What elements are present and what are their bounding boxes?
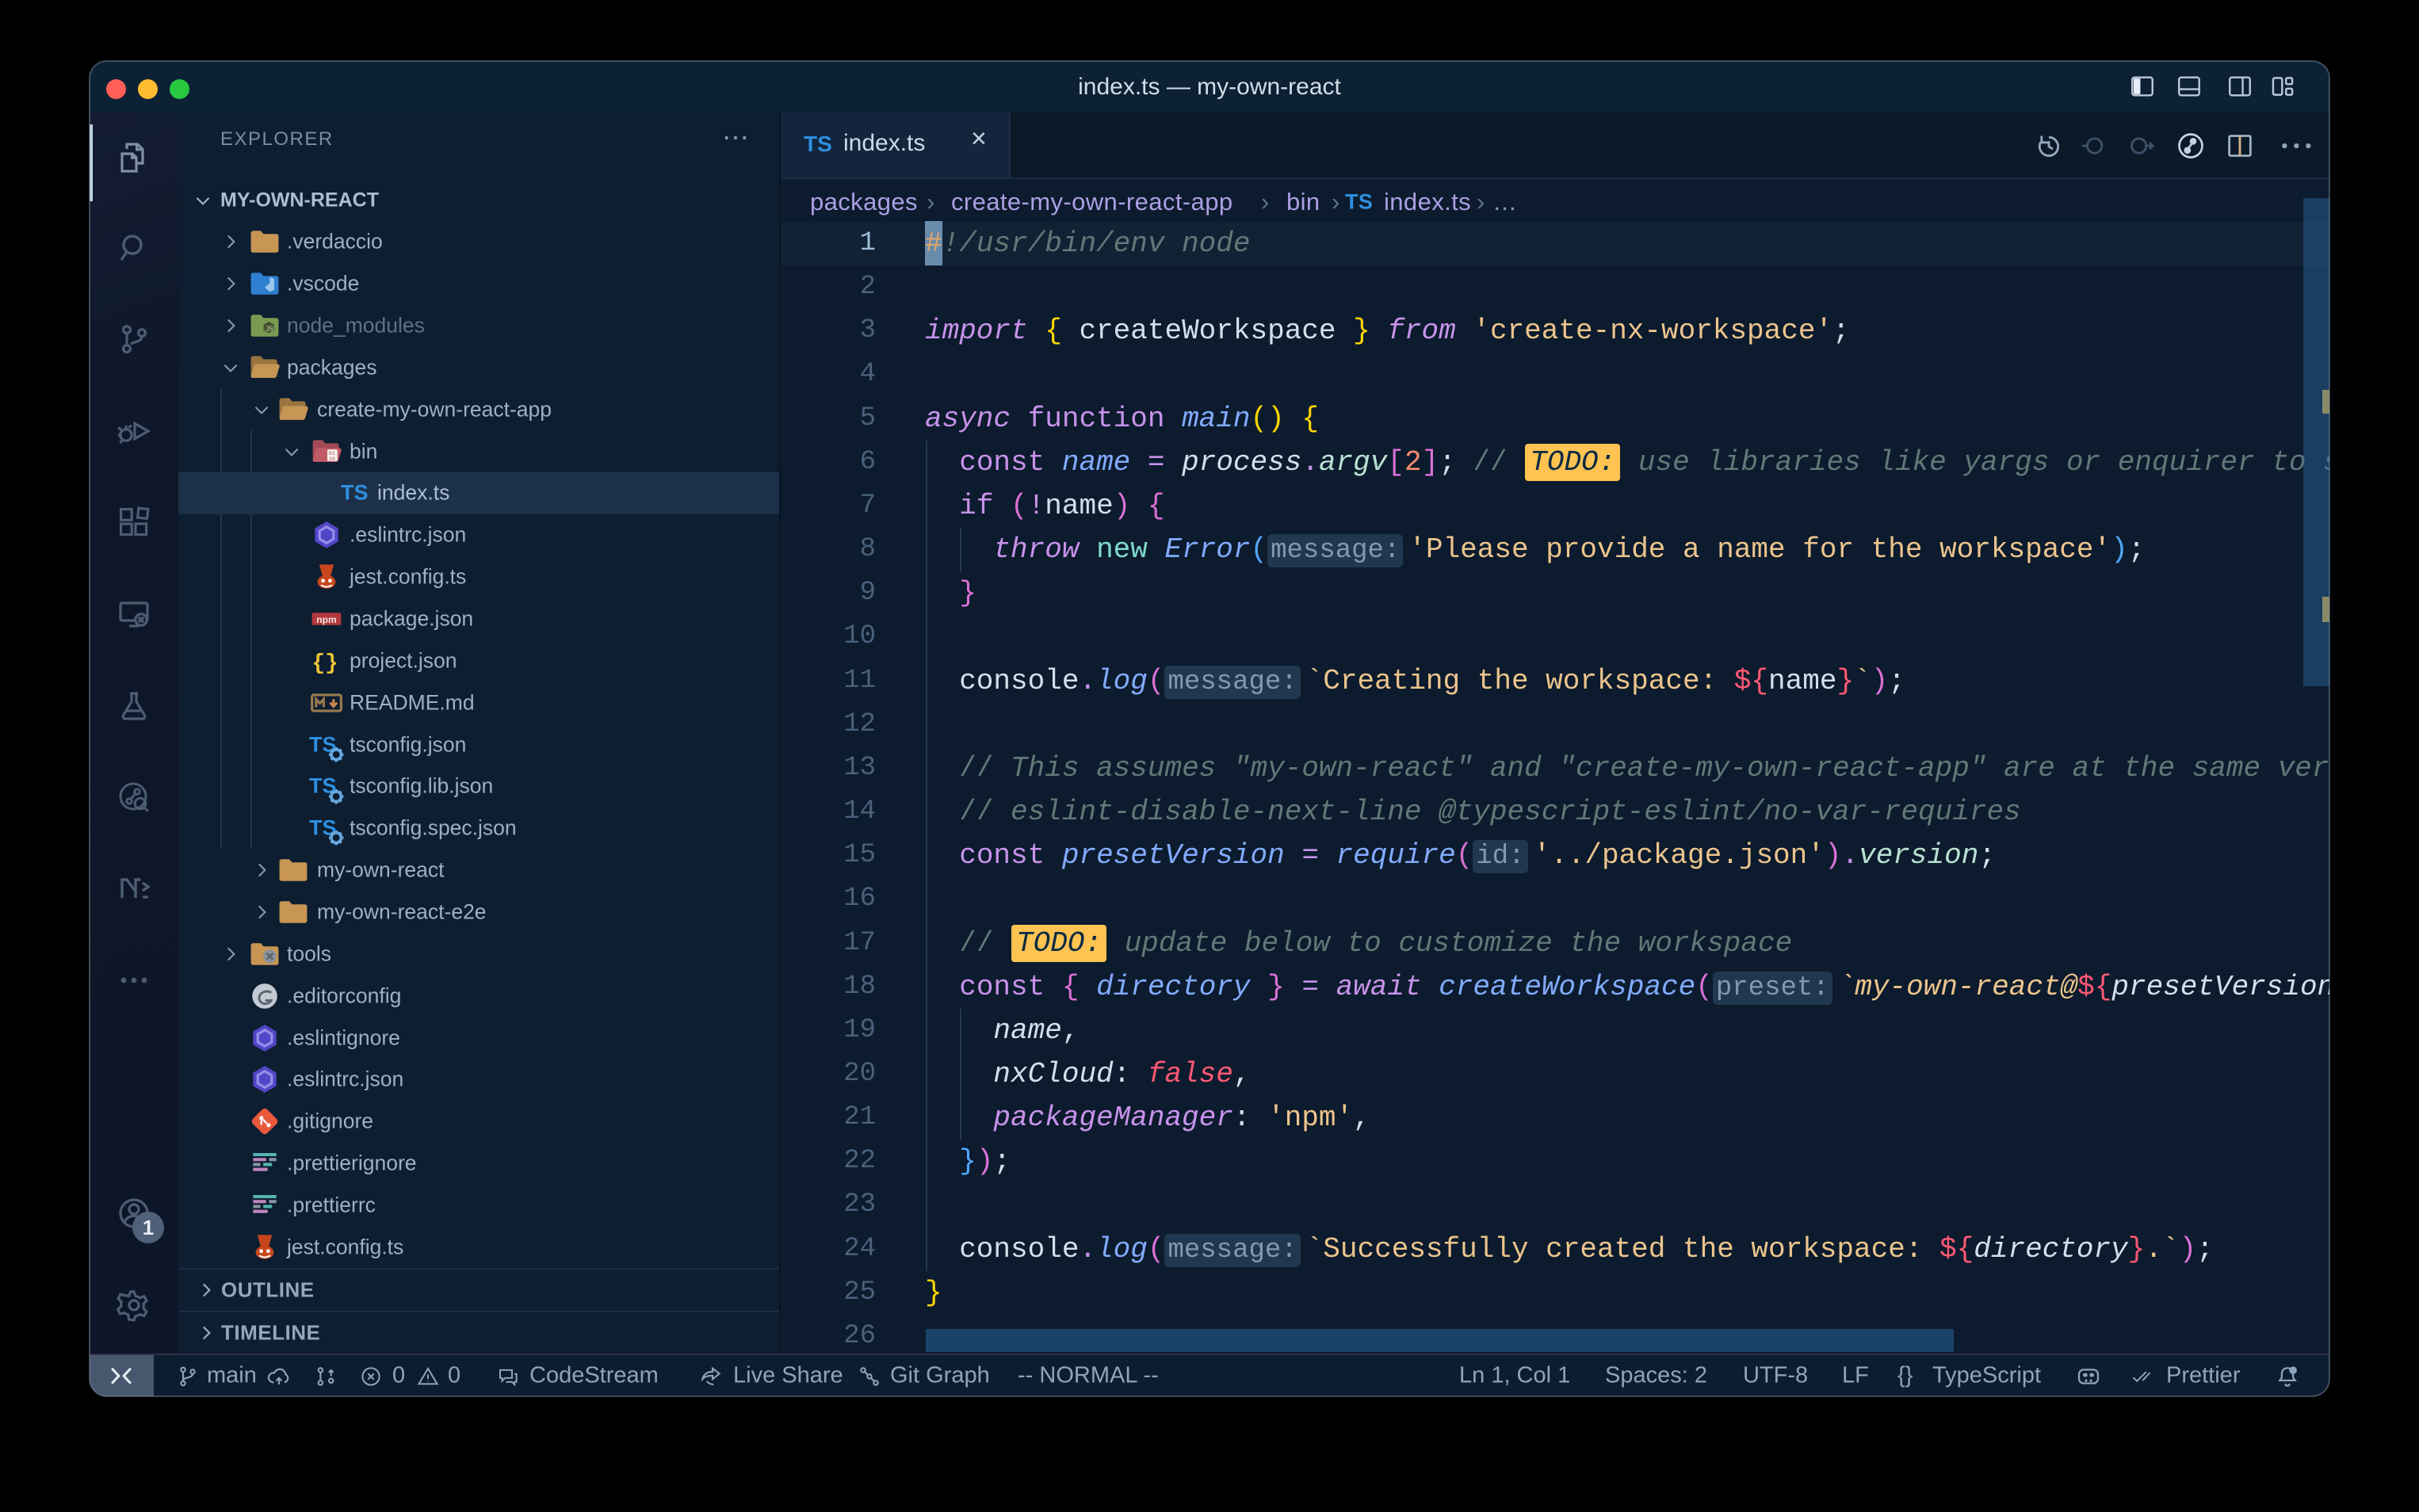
svg-text:npm: npm bbox=[316, 614, 337, 625]
svg-text:{}: {} bbox=[312, 651, 338, 676]
svg-text:10: 10 bbox=[329, 456, 335, 461]
svg-text:JS: JS bbox=[266, 325, 273, 333]
